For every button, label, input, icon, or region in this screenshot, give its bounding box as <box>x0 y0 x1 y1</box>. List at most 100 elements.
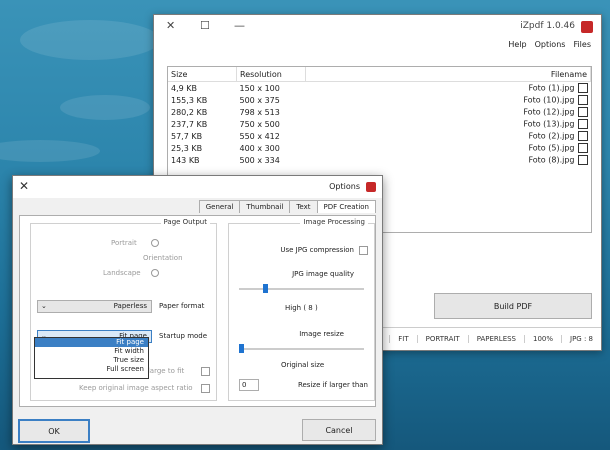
window-title: iZpdf 1.0.46 <box>520 21 575 31</box>
dropdown-option-true-size[interactable]: True size <box>35 356 148 365</box>
dropdown-option-fit-page[interactable]: Fit page <box>35 338 148 347</box>
status-fit: FIT <box>389 335 416 343</box>
landscape-radio[interactable] <box>151 269 159 277</box>
portrait-label: Portrait <box>111 239 137 247</box>
table-row[interactable]: 25,3 KB 400 x 300 Foto (5).jpg <box>168 142 591 154</box>
file-checkbox[interactable] <box>577 155 588 165</box>
file-name-cell: Foto (2).jpg <box>306 130 591 142</box>
options-title: Options <box>329 182 360 191</box>
table-row[interactable]: 4,9 KB 150 x 100 Foto (1).jpg <box>168 82 591 95</box>
file-name: Foto (1).jpg <box>528 83 575 93</box>
file-name-cell: Foto (5).jpg <box>306 142 591 154</box>
file-resolution: 500 x 375 <box>239 95 280 105</box>
tab-pdf-creation[interactable]: PDF Creation <box>316 200 376 213</box>
table-row[interactable]: 57,7 KB 550 x 412 Foto (2).jpg <box>168 130 591 142</box>
options-dialog: ✕ Options PDF Creation Text Thumbnail Ge… <box>12 175 383 445</box>
status-zoom: 100% <box>524 335 561 343</box>
enlarge-to-fit-checkbox[interactable] <box>201 367 210 376</box>
jpg-quality-label: JPG image quality <box>292 270 354 278</box>
image-resize-slider[interactable] <box>239 344 244 353</box>
column-header-filename[interactable]: Filename <box>305 67 591 82</box>
paper-format-value: Paperless <box>113 302 147 310</box>
file-table: Size Resolution Filename 4,9 KB 150 x 100… <box>168 67 591 166</box>
maximize-icon[interactable]: ☐ <box>200 19 210 33</box>
jpg-quality-slider[interactable] <box>263 284 268 293</box>
orientation-label: Orientation <box>143 254 183 262</box>
resize-if-input[interactable]: 0 <box>239 379 259 391</box>
file-name-cell: Foto (13).jpg <box>306 118 591 130</box>
status-jpg-count: JPG : 8 <box>561 335 601 343</box>
file-name: Foto (12).jpg <box>523 107 575 117</box>
file-name: Foto (10).jpg <box>523 95 575 105</box>
dropdown-option-full-screen[interactable]: Full screen <box>35 365 148 374</box>
file-name: Foto (2).jpg <box>528 131 575 141</box>
file-name-cell: Foto (8).jpg <box>306 154 591 166</box>
table-row[interactable]: 280,2 KB 798 x 513 Foto (12).jpg <box>168 106 591 118</box>
main-titlebar: ✕ ☐ — iZpdf 1.0.46 <box>154 15 601 39</box>
menu-files[interactable]: Files <box>573 40 591 49</box>
portrait-radio[interactable] <box>151 239 159 247</box>
table-row[interactable]: 155,3 KB 500 x 375 Foto (10).jpg <box>168 94 591 106</box>
jpg-quality-value: High ( 8 ) <box>285 304 318 312</box>
paper-format-select[interactable]: ⌄ Paperless <box>37 300 152 313</box>
image-resize-value: Original size <box>281 361 325 369</box>
image-resize-track <box>239 348 364 350</box>
file-size: 25,3 KB <box>171 143 203 153</box>
image-resize-label: Image resize <box>299 330 344 338</box>
file-checkbox[interactable] <box>577 107 588 117</box>
cancel-button[interactable]: Cancel <box>302 419 376 441</box>
image-processing-legend: Image Processing <box>300 218 368 226</box>
use-jpg-checkbox[interactable] <box>359 246 368 255</box>
column-header-size[interactable]: Size <box>168 67 237 82</box>
file-size: 237,7 KB <box>171 119 208 129</box>
app-icon <box>581 21 593 33</box>
menu-help[interactable]: Help <box>508 40 526 49</box>
close-icon[interactable]: ✕ <box>166 19 175 33</box>
ok-button[interactable]: OK <box>18 419 90 443</box>
tab-general[interactable]: General <box>198 200 241 213</box>
minimize-icon[interactable]: — <box>234 19 245 33</box>
status-paper: PAPERLESS <box>467 335 524 343</box>
menu-bar: Help Options Files <box>508 40 591 49</box>
status-orientation: PORTRAIT <box>416 335 468 343</box>
file-resolution: 750 x 500 <box>239 119 280 129</box>
startup-mode-label: Startup mode <box>159 332 208 340</box>
tab-thumbnail[interactable]: Thumbnail <box>239 200 291 213</box>
keep-ratio-checkbox[interactable] <box>201 384 210 393</box>
image-processing-group: Image Processing Use JPG compression JPG… <box>228 218 375 401</box>
file-name-cell: Foto (10).jpg <box>306 94 591 106</box>
file-name: Foto (8).jpg <box>528 155 575 165</box>
paper-format-label: Paper format <box>159 302 205 310</box>
jpg-quality-track <box>239 288 364 290</box>
file-name: Foto (5).jpg <box>528 143 575 153</box>
file-size: 143 KB <box>171 155 200 165</box>
file-checkbox[interactable] <box>577 95 588 105</box>
options-tabs: PDF Creation Text Thumbnail General <box>198 200 376 213</box>
file-checkbox[interactable] <box>577 119 588 129</box>
build-pdf-button[interactable]: Build PDF <box>434 293 592 319</box>
file-name: Foto (13).jpg <box>523 119 575 129</box>
menu-options[interactable]: Options <box>535 40 566 49</box>
landscape-label: Landscape <box>103 269 141 277</box>
background-wave <box>20 20 160 60</box>
background-wave <box>60 95 150 120</box>
table-row[interactable]: 143 KB 500 x 334 Foto (8).jpg <box>168 154 591 166</box>
column-header-resolution[interactable]: Resolution <box>236 67 306 82</box>
keep-ratio-label: Keep original image aspect ratio <box>79 384 193 392</box>
file-name-cell: Foto (12).jpg <box>306 106 591 118</box>
app-icon <box>366 182 376 192</box>
file-size: 280,2 KB <box>171 107 208 117</box>
file-name-cell: Foto (1).jpg <box>306 82 591 95</box>
file-size: 155,3 KB <box>171 95 208 105</box>
file-checkbox[interactable] <box>577 83 588 93</box>
file-size: 57,7 KB <box>171 131 203 141</box>
tab-text[interactable]: Text <box>289 200 318 213</box>
file-size: 4,9 KB <box>171 83 197 93</box>
table-row[interactable]: 237,7 KB 750 x 500 Foto (13).jpg <box>168 118 591 130</box>
dropdown-option-fit-width[interactable]: Fit width <box>35 347 148 356</box>
close-icon[interactable]: ✕ <box>19 179 29 193</box>
resize-if-label: Resize if larger than <box>297 381 368 389</box>
file-checkbox[interactable] <box>577 131 588 141</box>
file-resolution: 798 x 513 <box>239 107 280 117</box>
file-checkbox[interactable] <box>577 143 588 153</box>
